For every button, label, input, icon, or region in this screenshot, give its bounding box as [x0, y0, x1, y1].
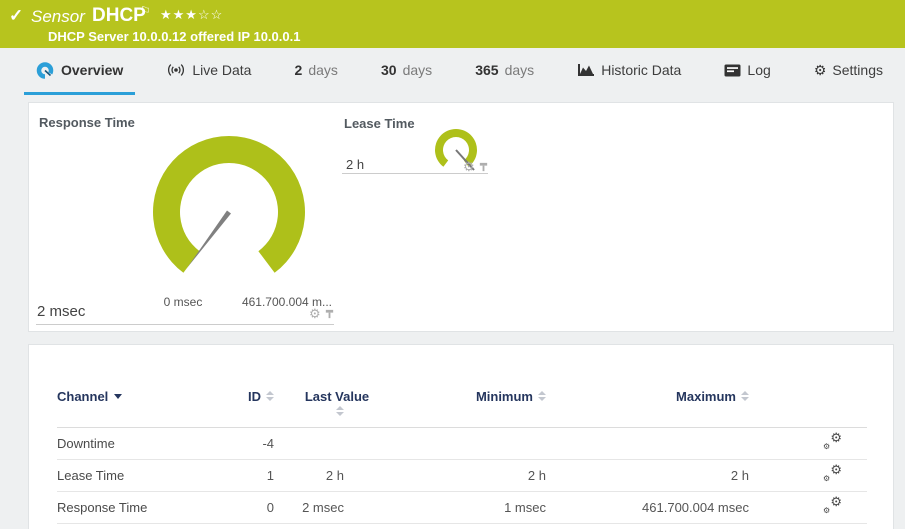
tab-overview[interactable]: Overview: [24, 48, 136, 95]
sort-icon: [335, 406, 344, 416]
channel-name: Downtime: [57, 427, 242, 460]
table-row-downtime[interactable]: Downtime -4 ⚙ ⚙: [57, 427, 867, 460]
response-time-gauge: [153, 136, 305, 273]
historic-chart-icon: [578, 64, 595, 76]
column-header-id[interactable]: ID: [242, 369, 302, 428]
flag-icon[interactable]: ⚐: [140, 4, 151, 18]
channel-id: 0: [242, 491, 302, 524]
tab-label: days: [504, 62, 535, 78]
tab-365-days[interactable]: 365 days: [463, 48, 546, 95]
channel-last-value: 2 h: [302, 459, 402, 492]
sort-icon: [538, 391, 546, 401]
gauge-icon: [36, 61, 55, 79]
tab-label: Historic Data: [601, 62, 682, 78]
channel-settings-icon[interactable]: ⚙ ⚙: [822, 431, 842, 451]
lease-time-gauge-title: Lease Time: [344, 116, 415, 131]
tab-label: Overview: [61, 62, 124, 78]
widget-divider: [36, 324, 334, 325]
status-ok-icon: ✓: [9, 6, 24, 25]
response-time-value: 2 msec: [37, 303, 86, 320]
channel-id: 1: [242, 459, 302, 492]
tab-settings[interactable]: ⚙ Settings: [802, 48, 895, 95]
tab-historic-data[interactable]: Historic Data: [565, 48, 693, 95]
channel-settings-icon[interactable]: ⚙ ⚙: [822, 463, 842, 483]
channel-table: Channel ID Last Value Minimum Maximum Do…: [57, 369, 867, 524]
column-header-last-value[interactable]: Last Value: [302, 369, 402, 428]
gauge-widget-controls: ⚙: [309, 307, 335, 320]
widget-divider: [342, 173, 488, 174]
tab-label: days: [308, 62, 338, 78]
gear-icon[interactable]: ⚙: [463, 160, 475, 173]
tab-30-days[interactable]: 30 days: [369, 48, 444, 95]
tab-number: 365: [475, 62, 499, 78]
channel-id: -4: [242, 427, 302, 460]
tab-live-data[interactable]: Live Data: [154, 48, 263, 95]
sensor-message: DHCP Server 10.0.0.12 offered IP 10.0.0.…: [48, 29, 301, 44]
tab-label: Settings: [832, 62, 883, 78]
channel-minimum: [402, 427, 594, 460]
sort-desc-icon: [114, 394, 123, 399]
tab-label: Live Data: [192, 62, 252, 78]
gauge-needle: [187, 210, 231, 268]
column-header-minimum[interactable]: Minimum: [402, 369, 594, 428]
tab-bar: Overview Live Data 2 days 30 days 365 da…: [0, 48, 905, 95]
header-label: Last Value: [304, 389, 370, 404]
header-label: ID: [248, 389, 261, 404]
priority-stars[interactable]: ★★★☆☆: [160, 7, 223, 23]
gauge-min-label: 0 msec: [163, 295, 203, 309]
sort-icon: [741, 391, 749, 401]
gauges-panel: Response Time 0 msec 461.700.004 m... 2 …: [28, 102, 894, 332]
column-header-actions: [797, 369, 867, 428]
live-data-icon: [168, 64, 185, 76]
channel-maximum: [594, 427, 797, 460]
response-time-gauge-title: Response Time: [39, 115, 135, 130]
channel-last-value: 2 msec: [302, 491, 402, 524]
sort-icon: [266, 391, 274, 401]
column-header-maximum[interactable]: Maximum: [594, 369, 797, 428]
channel-maximum: 2 h: [594, 459, 797, 492]
pin-icon[interactable]: [324, 308, 335, 320]
gear-icon[interactable]: ⚙: [309, 307, 321, 320]
table-row-response-time[interactable]: Response Time 0 2 msec 1 msec 461.700.00…: [57, 491, 867, 524]
channel-table-panel: Channel ID Last Value Minimum Maximum Do…: [28, 344, 894, 529]
sensor-name: DHCP: [92, 5, 146, 26]
table-row-lease-time[interactable]: Lease Time 1 2 h 2 h 2 h ⚙ ⚙: [57, 459, 867, 492]
sensor-type-label: Sensor: [31, 7, 85, 26]
header-label: Maximum: [676, 389, 736, 404]
header-label: Minimum: [475, 389, 533, 404]
gear-icon: ⚙: [813, 62, 827, 78]
lease-time-value: 2 h: [346, 157, 365, 172]
header-label: Channel: [57, 389, 109, 404]
tab-number: 30: [380, 62, 397, 78]
pin-icon[interactable]: [478, 161, 489, 173]
tab-log[interactable]: Log: [712, 48, 782, 95]
log-icon: [724, 64, 741, 76]
channel-minimum: 2 h: [402, 459, 594, 492]
tab-label: Log: [747, 62, 771, 78]
channel-settings-icon[interactable]: ⚙ ⚙: [822, 495, 842, 515]
sensor-banner: ✓ Sensor DHCP ⚐ ★★★☆☆ DHCP Server 10.0.0…: [0, 0, 905, 48]
tab-number: 2: [294, 62, 303, 78]
channel-minimum: 1 msec: [402, 491, 594, 524]
column-header-channel[interactable]: Channel: [57, 369, 242, 428]
channel-last-value: [302, 427, 402, 460]
channel-maximum: 461.700.004 msec: [594, 491, 797, 524]
gauge-widget-controls: ⚙: [463, 160, 489, 173]
channel-name: Lease Time: [57, 459, 242, 492]
tab-label: days: [402, 62, 433, 78]
channel-name: Response Time: [57, 491, 242, 524]
tab-2-days[interactable]: 2 days: [283, 48, 350, 95]
